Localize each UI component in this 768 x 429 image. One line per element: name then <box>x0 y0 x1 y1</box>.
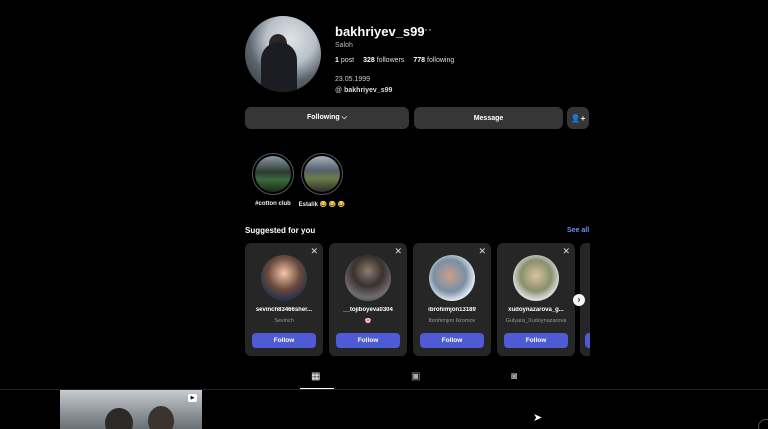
follow-button[interactable]: Follow <box>252 333 316 348</box>
suggested-subtitle: 🌸 <box>364 318 372 324</box>
profile-username: bakhriyev_s99 <box>335 24 425 39</box>
suggested-subtitle: Ibrohimjon Ikromov <box>428 318 476 324</box>
grid-icon[interactable]: ▦ <box>311 371 320 382</box>
posts-stat: 1 post <box>335 57 355 64</box>
highlight-label: Estalik 😂 😂 😂 <box>298 202 346 208</box>
suggested-username[interactable]: xudoynazarova_g... <box>500 307 572 313</box>
suggested-username[interactable]: ibrohimjon13189 <box>416 307 488 313</box>
cursor-icon: ➤ <box>533 412 543 424</box>
suggested-card: ✕ ibrohimjon13189 Ibrohimjon Ikromov Fol… <box>413 243 491 356</box>
profile-avatar[interactable] <box>245 16 321 92</box>
highlight-estalik[interactable] <box>301 153 343 195</box>
add-user-button[interactable]: 👤+ <box>567 107 589 129</box>
chevron-right-icon[interactable]: › <box>573 294 585 306</box>
following-button[interactable]: Following ⌵ <box>245 107 409 129</box>
dismiss-icon[interactable]: ✕ <box>562 246 570 257</box>
follow-button[interactable]: Follow <box>504 333 568 348</box>
profile-full-name: Saloh <box>335 42 353 49</box>
see-all-link[interactable]: See all <box>567 227 589 234</box>
threads-icon: @ <box>335 87 343 94</box>
profile-bio: 23.05.1999 <box>335 76 371 83</box>
more-options-icon[interactable]: ··· <box>420 22 432 36</box>
suggested-username[interactable]: sevinch83466sher... <box>248 307 320 313</box>
add-user-icon: 👤+ <box>570 113 586 123</box>
suggested-card: ✕ __tojiboyeva0304 🌸 Follow <box>329 243 407 356</box>
post-thumbnail[interactable]: ▶ <box>60 390 202 429</box>
reels-icon[interactable]: ▣ <box>411 371 420 382</box>
dismiss-icon[interactable]: ✕ <box>478 246 486 257</box>
suggested-username[interactable]: __tojiboyeva0304 <box>332 307 404 313</box>
highlight-cotton-club[interactable] <box>252 153 294 195</box>
threads-handle: bakhriyev_s99 <box>344 87 393 94</box>
avatar[interactable] <box>261 255 307 301</box>
follow-button[interactable]: Follow <box>336 333 400 348</box>
edge-icon <box>758 419 768 429</box>
dismiss-icon[interactable]: ✕ <box>394 246 402 257</box>
reel-icon: ▶ <box>188 394 197 402</box>
avatar[interactable] <box>429 255 475 301</box>
threads-link[interactable]: @ bakhriyev_s99 <box>335 87 392 94</box>
follow-button[interactable]: Follow <box>420 333 484 348</box>
profile-stats: 1 post 328 followers 778 following <box>335 57 454 64</box>
suggested-card: ✕ xudoynazarova_g... Gulyara_Xudoynazaro… <box>497 243 575 356</box>
suggested-card: ✕ sevinch83466sher... Sevinch Follow <box>245 243 323 356</box>
suggested-subtitle: Sevinch <box>274 318 294 324</box>
tagged-icon[interactable]: ◙ <box>511 371 517 382</box>
followers-stat[interactable]: 328 followers <box>363 57 404 64</box>
following-stat[interactable]: 778 following <box>413 57 454 64</box>
suggested-title: Suggested for you <box>245 226 316 235</box>
suggested-subtitle: Gulyara_Xudoynazarova <box>505 318 567 324</box>
avatar[interactable] <box>513 255 559 301</box>
avatar[interactable] <box>345 255 391 301</box>
message-button[interactable]: Message <box>414 107 563 129</box>
dismiss-icon[interactable]: ✕ <box>310 246 318 257</box>
